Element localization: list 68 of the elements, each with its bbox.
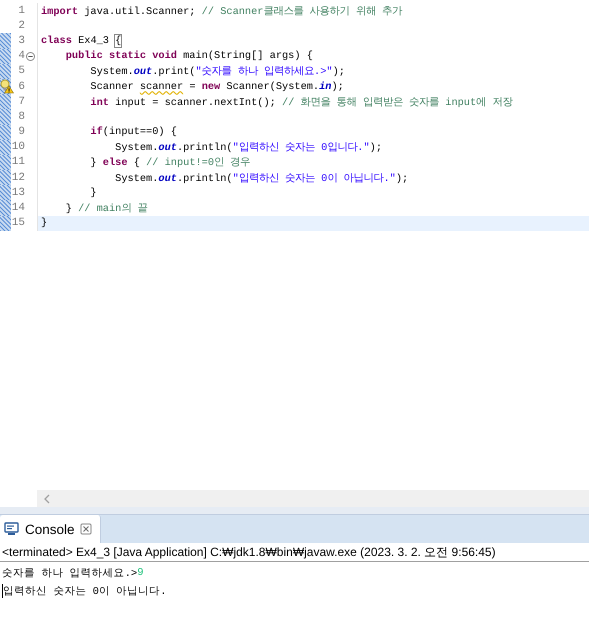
matched-bracket: { bbox=[115, 34, 122, 47]
code-text: java.util.Scanner; bbox=[83, 6, 196, 18]
console-tab[interactable]: Console bbox=[0, 515, 101, 543]
line-number: 5 bbox=[17, 65, 25, 78]
monitor-icon bbox=[4, 522, 20, 536]
code-text: { bbox=[132, 157, 141, 170]
code-text: .print( bbox=[152, 66, 196, 78]
code-text: ); bbox=[370, 142, 382, 154]
code-text: main(String[] args) { bbox=[182, 50, 313, 62]
keyword: if bbox=[89, 126, 103, 138]
code-text: Scanner(System. bbox=[225, 80, 320, 93]
collapse-icon[interactable] bbox=[26, 52, 35, 61]
line-number: 15 bbox=[11, 217, 25, 230]
line-number: 8 bbox=[17, 110, 25, 123]
code-comment: // 화면을 통해 입력받은 숫자를 input에 저장 bbox=[282, 96, 512, 109]
line-number: 11 bbox=[11, 156, 25, 168]
code-text: = bbox=[188, 80, 196, 93]
line-number: 1 bbox=[17, 4, 25, 17]
code-text: (input==0) { bbox=[102, 126, 177, 138]
keyword: else bbox=[102, 157, 128, 170]
warning-bulb-icon[interactable] bbox=[0, 78, 14, 94]
code-comment: // main의 끝 bbox=[78, 203, 148, 216]
code-text: Scanner bbox=[89, 80, 135, 93]
line-number: 3 bbox=[17, 34, 25, 47]
line-number: 2 bbox=[17, 20, 25, 32]
line-number: 9 bbox=[17, 126, 25, 138]
line-number: 4 bbox=[17, 50, 25, 62]
code-text: ); bbox=[332, 66, 345, 78]
code-comment: // input!=0인 경우 bbox=[146, 157, 250, 170]
code-text: Ex4_3 bbox=[77, 34, 110, 47]
code-text: } bbox=[89, 157, 98, 170]
code-text: System. bbox=[89, 66, 134, 78]
code-text: } bbox=[89, 186, 97, 199]
close-icon[interactable] bbox=[80, 523, 92, 535]
line-number: 6 bbox=[17, 80, 25, 93]
warning-word: scanner bbox=[140, 80, 184, 93]
code-text: ); bbox=[331, 80, 344, 93]
code-text: } bbox=[41, 217, 48, 230]
console-output: 입력하신 숫자는 0이 아닙니다. bbox=[3, 585, 167, 598]
keyword: int bbox=[89, 96, 109, 109]
line-number: 12 bbox=[11, 172, 25, 184]
field-name: out bbox=[158, 142, 177, 154]
console-output: 숫자를 하나 입력하세요.> bbox=[2, 567, 138, 580]
code-text: System. bbox=[114, 142, 158, 154]
code-comment: // Scanner클래스를 사용하기 위해 추가 bbox=[202, 6, 402, 18]
code-text: .println( bbox=[176, 142, 233, 154]
string-literal: "숫자를 하나 입력하세요.>" bbox=[196, 66, 333, 78]
field-name: out bbox=[134, 66, 152, 78]
typed-input-text: 9 bbox=[137, 567, 144, 579]
code-text: ); bbox=[396, 172, 408, 185]
line-number: 13 bbox=[11, 186, 25, 199]
keyword: new bbox=[202, 80, 220, 93]
string-literal: "입력하신 숫자는 0입니다." bbox=[232, 142, 370, 154]
keyword: public static void bbox=[64, 50, 177, 62]
line-number: 10 bbox=[11, 141, 25, 154]
field-name: in bbox=[319, 80, 332, 93]
keyword: import bbox=[41, 6, 78, 18]
line-number: 7 bbox=[17, 96, 25, 108]
field-name: out bbox=[158, 172, 177, 185]
horizontal-scrollbar[interactable] bbox=[37, 490, 589, 507]
code-text: .println( bbox=[176, 172, 233, 185]
keyword: class bbox=[41, 34, 72, 47]
code-text: input = scanner.nextInt(); bbox=[114, 96, 277, 109]
line-number: 14 bbox=[11, 202, 25, 214]
code-text: } bbox=[64, 203, 73, 216]
string-literal: "입력하신 숫자는 0이 아닙니다." bbox=[232, 172, 396, 185]
console-header: <terminated> Ex4_3 [Java Application] C:₩jdk1.8₩bin₩javaw.exe (2023. 3. 2. 오전 9:56:45) bbox=[0, 544, 589, 562]
code-text: System. bbox=[114, 172, 158, 185]
